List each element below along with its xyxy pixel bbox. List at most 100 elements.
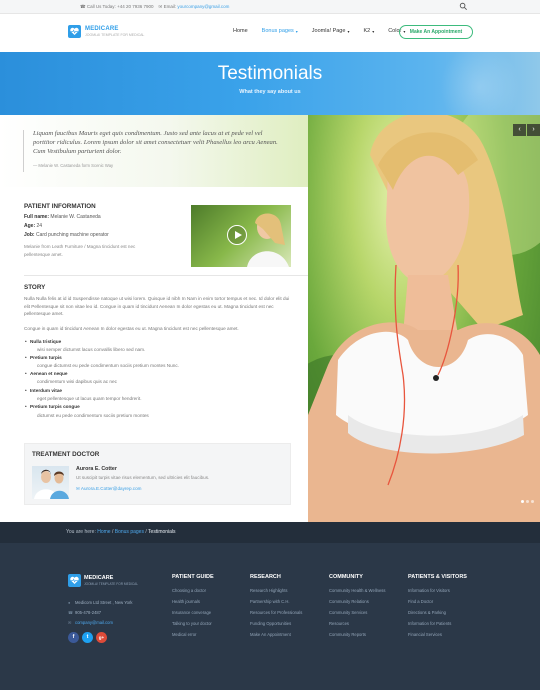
mail-icon: ✉ bbox=[76, 486, 80, 491]
story-bullet-text: dictumst eu pede condimentum sociis pret… bbox=[37, 413, 149, 418]
footer-link[interactable]: Find a Doctor bbox=[408, 599, 433, 604]
search-icon[interactable] bbox=[459, 2, 468, 11]
footer-link[interactable]: Health journals bbox=[172, 599, 200, 604]
map-marker-icon: ● bbox=[68, 600, 71, 605]
woman-runner-illustration bbox=[308, 115, 540, 522]
footer-link[interactable]: Talking to your doctor bbox=[172, 621, 212, 626]
breadcrumb-separator: / bbox=[145, 529, 147, 535]
email-label: Email: bbox=[163, 4, 177, 9]
footer-link[interactable]: Information for Patients bbox=[408, 621, 451, 626]
testimonial-photo bbox=[308, 115, 540, 522]
patient-desc-line2: pellentesque amet. bbox=[24, 252, 63, 257]
nav-label: Bonus pages bbox=[261, 28, 294, 34]
story-bullet-text: wisi semper dictumst lacus convallis lib… bbox=[37, 347, 146, 352]
doctor-bio: Ut suscipit turpis vitae risus elementum… bbox=[76, 475, 210, 480]
slider-dot[interactable] bbox=[526, 500, 529, 503]
footer-logo-heart-icon[interactable] bbox=[68, 574, 81, 587]
nav-item-bonus-pages[interactable]: Bonus pages ▾ bbox=[262, 28, 298, 34]
play-icon[interactable] bbox=[227, 225, 247, 245]
footer-link[interactable]: Community Health & Wellness bbox=[329, 588, 385, 593]
slider-arrows: ‹ › bbox=[513, 124, 540, 136]
doctor-email-link[interactable]: Aurora.E.Cotter@dayrep.com bbox=[81, 486, 142, 491]
breadcrumb-bonus-pages[interactable]: Bonus pages bbox=[115, 529, 144, 535]
footer-link[interactable]: Insurance converage bbox=[172, 610, 211, 615]
job-label: Job: bbox=[24, 232, 35, 238]
phone-number: +44 20 7936 7900 bbox=[117, 4, 154, 9]
doctor-email[interactable]: ✉ Aurora.E.Cotter@dayrep.com bbox=[76, 486, 141, 492]
slider-dot[interactable] bbox=[521, 500, 524, 503]
google-plus-icon[interactable]: g+ bbox=[96, 632, 107, 643]
quote-citation: — Melanie W. Castaneda form Scenic Way bbox=[33, 163, 114, 168]
footer-address-text: Medicom Ltd Street , New York bbox=[75, 600, 133, 605]
slider-dot[interactable] bbox=[531, 500, 534, 503]
footer-brand-name[interactable]: MEDICARE bbox=[84, 575, 113, 581]
make-appointment-button[interactable]: Make An Appointment bbox=[399, 25, 473, 39]
footer-link[interactable]: Community Services bbox=[329, 610, 367, 615]
footer-link[interactable]: Directions & Parking bbox=[408, 610, 446, 615]
top-email-link[interactable]: yourcompany@gmail.com bbox=[177, 4, 229, 9]
brand-name[interactable]: MEDICARE bbox=[85, 26, 119, 32]
chevron-down-icon: ▾ bbox=[347, 28, 350, 34]
nav-item-k2[interactable]: K2 ▾ bbox=[363, 28, 374, 34]
story-bullet-title: Aenean et neque bbox=[25, 371, 67, 376]
footer-phone-text: 905-478-2487 bbox=[75, 610, 102, 615]
footer-link[interactable]: Financial Services bbox=[408, 632, 442, 637]
slider-dots bbox=[521, 500, 534, 503]
story-bullet-title: Pretium turpis congue bbox=[25, 404, 80, 409]
patient-job: Job: Card punching machine operator bbox=[24, 232, 109, 238]
phone-label: Call Us Today: bbox=[86, 4, 116, 9]
footer-link[interactable]: Information for Visitors bbox=[408, 588, 450, 593]
footer-email-link[interactable]: company@mail.com bbox=[75, 620, 113, 625]
patient-info-heading: PATIENT INFORMATION bbox=[24, 203, 96, 210]
story-bullet-text: eget pellentesque ut lacus quam tempor h… bbox=[37, 396, 142, 401]
nav-label: Home bbox=[233, 28, 248, 34]
phone-icon: ☎ bbox=[80, 4, 86, 9]
patient-full-name: Full name: Melanie W. Castaneda bbox=[24, 214, 101, 220]
breadcrumb: You are here: Home / Bonus pages / Testi… bbox=[66, 529, 176, 535]
footer-link[interactable]: Community Relations bbox=[329, 599, 369, 604]
brand-tagline: JOOMLA! TEMPLATE FOR MEDICAL bbox=[85, 33, 145, 37]
logo-heart-icon[interactable] bbox=[68, 25, 81, 38]
age-label: Age: bbox=[24, 223, 36, 229]
mail-icon: ✉ bbox=[68, 620, 72, 625]
footer-address: ● Medicom Ltd Street , New York bbox=[68, 600, 133, 605]
story-paragraph-1: Nulla Nulla felis at id id Suspendisse n… bbox=[24, 296, 290, 317]
chevron-down-icon: ▾ bbox=[295, 28, 298, 34]
footer-link[interactable]: Funding Opportunities bbox=[250, 621, 291, 626]
page-subtitle: What they say about us bbox=[239, 89, 301, 95]
footer-link[interactable]: Partnership with C.H. bbox=[250, 599, 290, 604]
full-name-label: Full name: bbox=[24, 214, 50, 220]
breadcrumb-separator: / bbox=[111, 529, 114, 535]
mail-icon: ✉ bbox=[158, 4, 163, 9]
chevron-left-icon[interactable]: ‹ bbox=[513, 124, 526, 136]
footer-link[interactable]: Community Reports bbox=[329, 632, 366, 637]
nav-item-joomla-page[interactable]: Joomla! Page ▾ bbox=[312, 28, 350, 34]
patient-desc-line1: Melanie from Leath Furniture / Magna tin… bbox=[24, 244, 136, 249]
footer-link[interactable]: Choosing a doctor bbox=[172, 588, 206, 593]
age-value: 24 bbox=[36, 223, 43, 229]
twitter-icon[interactable]: t bbox=[82, 632, 93, 643]
footer-link[interactable]: Medical error bbox=[172, 632, 196, 637]
top-bar: ☎ Call Us Today: +44 20 7936 7900 ✉ Emai… bbox=[0, 0, 540, 14]
footer-col-title: PATIENT GUIDE bbox=[172, 574, 214, 580]
page-hero: Testimonials What they say about us bbox=[0, 52, 540, 115]
footer-link[interactable]: Resources bbox=[329, 621, 349, 626]
story-bullet-title: Interdum vitae bbox=[25, 388, 62, 393]
chevron-right-icon[interactable]: › bbox=[527, 124, 540, 136]
footer-col-title: COMMUNITY bbox=[329, 574, 363, 580]
nav-item-home[interactable]: Home bbox=[233, 28, 248, 34]
site-header: MEDICARE JOOMLA! TEMPLATE FOR MEDICAL Ho… bbox=[0, 14, 540, 52]
doctor-name[interactable]: Aurora E. Cotter bbox=[76, 466, 117, 472]
footer-link[interactable]: Make An Appointment bbox=[250, 632, 291, 637]
top-contact: ☎ Call Us Today: +44 20 7936 7900 ✉ Emai… bbox=[80, 4, 229, 10]
nav-label: K2 bbox=[363, 28, 371, 34]
doctor-avatar bbox=[32, 466, 69, 499]
video-thumbnail[interactable] bbox=[191, 205, 291, 267]
chevron-down-icon: ▾ bbox=[372, 28, 375, 34]
site-footer: MEDICARE JOOMLA! TEMPLATE FOR MEDICAL ● M… bbox=[0, 543, 540, 690]
footer-email[interactable]: ✉ company@mail.com bbox=[68, 620, 113, 625]
facebook-icon[interactable]: f bbox=[68, 632, 79, 643]
footer-link[interactable]: Research Highlights bbox=[250, 588, 287, 593]
breadcrumb-home[interactable]: Home bbox=[97, 529, 110, 535]
footer-link[interactable]: Resources for Professionals bbox=[250, 610, 302, 615]
